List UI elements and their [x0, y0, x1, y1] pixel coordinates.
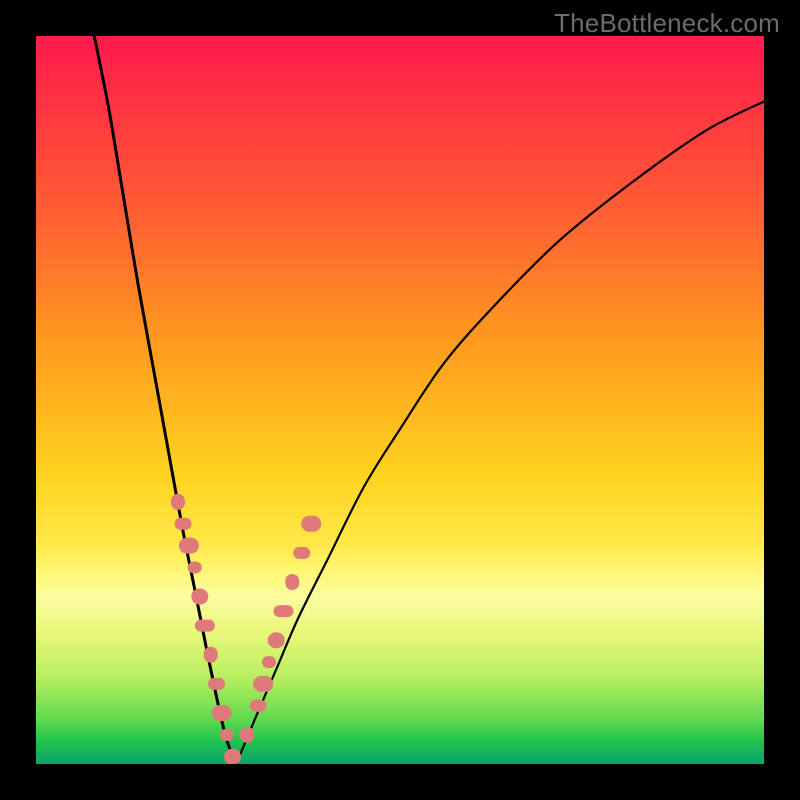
- data-marker: [191, 589, 208, 605]
- data-marker: [240, 727, 254, 743]
- data-marker: [262, 656, 276, 668]
- plot-area: [36, 36, 764, 764]
- data-marker: [188, 561, 202, 573]
- data-marker: [274, 605, 294, 617]
- data-marker: [171, 494, 185, 510]
- right-curve: [236, 102, 764, 764]
- data-marker: [285, 574, 299, 590]
- data-marker: [195, 620, 215, 632]
- data-marker: [253, 676, 273, 692]
- chart-frame: TheBottleneck.com: [0, 0, 800, 800]
- data-marker: [301, 516, 321, 532]
- data-marker: [224, 749, 241, 764]
- data-marker: [204, 647, 218, 663]
- data-marker: [268, 632, 285, 648]
- data-marker: [220, 729, 234, 741]
- data-marker: [179, 538, 199, 554]
- watermark-text: TheBottleneck.com: [554, 8, 780, 39]
- data-marker: [212, 705, 232, 721]
- data-marker: [250, 700, 267, 712]
- data-marker: [175, 518, 192, 530]
- data-marker: [208, 678, 225, 690]
- chart-svg: [36, 36, 764, 764]
- data-marker: [293, 547, 310, 559]
